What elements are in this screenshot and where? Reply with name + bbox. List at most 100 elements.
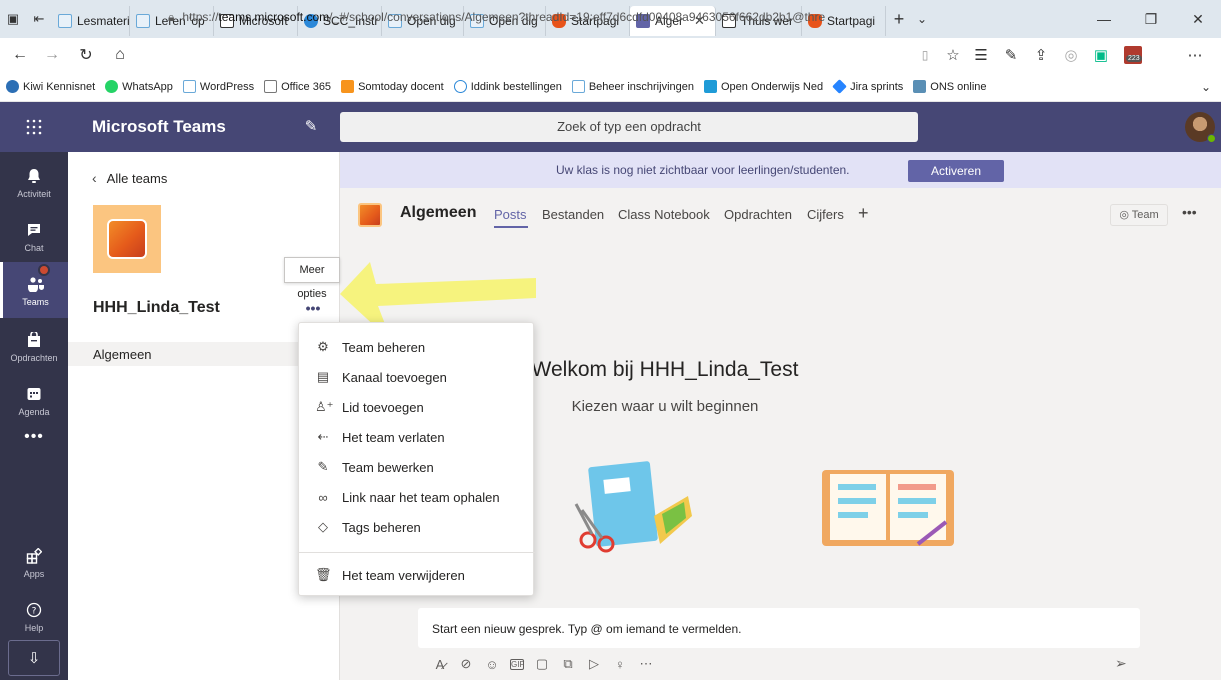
- menu-item-label: Link naar het team ophalen: [342, 489, 500, 505]
- tab-grades[interactable]: Cijfers: [807, 207, 844, 222]
- all-teams-link[interactable]: ‹ Alle teams: [92, 170, 167, 186]
- appbar-help[interactable]: ? Help: [0, 588, 68, 644]
- emoji-icon[interactable]: ☺: [484, 657, 500, 672]
- office365-icon: [264, 80, 278, 93]
- new-chat-icon[interactable]: ✎: [300, 116, 322, 138]
- add-tab-icon[interactable]: +: [858, 203, 869, 224]
- kiwi-icon: [6, 80, 19, 93]
- attach-icon[interactable]: ⊘: [458, 656, 474, 672]
- menu-item-leave-team[interactable]: ⇠ Het team verlaten: [299, 422, 535, 452]
- favorite-star-icon[interactable]: ☆: [938, 38, 968, 72]
- back-arrow-icon[interactable]: ←: [4, 38, 36, 72]
- settings-icon: ⚙: [317, 339, 329, 354]
- url-field[interactable]: 🔒︎ https://teams.microsoft.com/_#/school…: [168, 4, 906, 30]
- menu-item-add-member[interactable]: ♙⁺ Lid toevoegen: [299, 392, 535, 422]
- somtoday-icon: [341, 80, 355, 93]
- stream-icon[interactable]: ▷: [586, 656, 602, 672]
- share-icon[interactable]: ⇪: [1026, 38, 1056, 72]
- appbar-activity[interactable]: Activiteit: [0, 154, 68, 210]
- channel-team-icon: [358, 203, 382, 227]
- add-member-icon: ♙⁺: [315, 399, 334, 414]
- menu-item-label: Het team verlaten: [342, 429, 445, 445]
- app-launcher-icon[interactable]: [0, 102, 68, 152]
- profile-extension-icon[interactable]: 223: [1118, 38, 1148, 72]
- activate-button[interactable]: Activeren: [908, 160, 1004, 182]
- favorites-bar: Kiwi Kennisnet WhatsApp WordPress Office…: [0, 72, 1221, 102]
- tab-files[interactable]: Bestanden: [542, 207, 604, 222]
- favorites-list-icon[interactable]: ☰: [966, 38, 996, 72]
- menu-item-add-channel[interactable]: ▤ Kanaal toevoegen: [299, 362, 535, 392]
- menu-item-get-link[interactable]: ∞ Link naar het team ophalen: [299, 482, 535, 512]
- favorite-label: Office 365: [281, 80, 332, 93]
- extension-s-icon[interactable]: ▣: [1086, 38, 1116, 72]
- menu-item-label: Het team verwijderen: [342, 567, 465, 583]
- favorite-label: WordPress: [199, 80, 255, 93]
- search-input[interactable]: Zoek of typ een opdracht: [340, 112, 918, 142]
- ons-icon: [913, 80, 927, 93]
- active-tab-indicator: [494, 226, 528, 228]
- menu-item-manage-team[interactable]: ⚙ Team beheren: [299, 332, 535, 362]
- teams-header: Microsoft Teams ✎ Zoek of typ een opdrac…: [0, 102, 1221, 152]
- praise-icon[interactable]: ♀: [612, 657, 628, 672]
- more-apps-icon[interactable]: •••: [0, 428, 68, 446]
- appbar-label: Chat: [24, 242, 44, 253]
- reading-view-icon[interactable]: ▯: [910, 38, 940, 72]
- send-icon[interactable]: ➢: [1115, 655, 1127, 672]
- more-compose-icon[interactable]: ⋯: [638, 656, 654, 672]
- team-button[interactable]: ◎ Team: [1110, 204, 1168, 226]
- restore-icon[interactable]: ❐: [1128, 0, 1174, 38]
- favorite-link[interactable]: Kiwi Kennisnet: [6, 80, 95, 93]
- set-aside-tabs-icon[interactable]: ⇤: [26, 0, 52, 38]
- tab-favicon-icon: [58, 14, 72, 28]
- favorite-link[interactable]: Beheer inschrijvingen: [571, 80, 694, 93]
- download-app-icon[interactable]: ⇩: [8, 640, 60, 676]
- app-bar: Activiteit Chat Teams Opdrachten Agenda …: [0, 152, 68, 680]
- forward-arrow-icon[interactable]: →: [36, 38, 68, 72]
- favorite-link[interactable]: Office 365: [264, 80, 331, 93]
- refresh-icon[interactable]: ↻: [70, 38, 102, 72]
- appbar-apps[interactable]: Apps: [0, 534, 68, 590]
- new-conversation-box[interactable]: Start een nieuw gesprek. Typ @ om iemand…: [418, 608, 1140, 648]
- favorite-link[interactable]: Iddink bestellingen: [453, 80, 562, 93]
- appbar-assignments[interactable]: Opdrachten: [0, 318, 68, 374]
- favorite-label: Jira sprints: [850, 80, 904, 93]
- appbar-chat[interactable]: Chat: [0, 208, 68, 264]
- more-browser-menu-icon[interactable]: ⋯: [1180, 38, 1210, 72]
- gif-icon[interactable]: GIF: [510, 658, 524, 670]
- meet-now-icon[interactable]: ⧉: [560, 656, 576, 672]
- channel-more-icon[interactable]: •••: [1182, 204, 1197, 220]
- appbar-calendar[interactable]: Agenda: [0, 372, 68, 428]
- iddink-icon: [453, 80, 467, 93]
- tab-assignments[interactable]: Opdrachten: [724, 207, 792, 222]
- sticker-icon[interactable]: ▢: [534, 656, 550, 672]
- extension-icon[interactable]: ◎: [1056, 38, 1086, 72]
- favorites-overflow-chevron-icon[interactable]: ⌄: [1201, 80, 1211, 94]
- minimize-icon[interactable]: —: [1081, 0, 1127, 38]
- whatsapp-icon: [105, 80, 119, 93]
- appbar-label: Activiteit: [17, 188, 51, 199]
- tab-actions-icon[interactable]: ▣: [0, 0, 26, 38]
- binder-illustration-icon[interactable]: [818, 464, 958, 554]
- eye-icon: ◎: [1119, 209, 1132, 221]
- favorite-link[interactable]: WhatsApp: [105, 80, 173, 93]
- menu-item-manage-tags[interactable]: ◇ Tags beheren: [299, 512, 535, 542]
- chat-icon: [24, 220, 44, 240]
- notes-pen-icon[interactable]: ✎: [996, 38, 1026, 72]
- format-icon[interactable]: A̷: [432, 657, 448, 672]
- close-window-icon[interactable]: ✕: [1175, 0, 1221, 38]
- calendar-icon: [24, 384, 44, 404]
- appbar-teams[interactable]: Teams: [0, 262, 68, 318]
- favorite-link[interactable]: Somtoday docent: [341, 80, 444, 93]
- favorite-link[interactable]: WordPress: [182, 80, 255, 93]
- home-icon[interactable]: ⌂: [104, 38, 136, 72]
- favorite-link[interactable]: Jira sprints: [832, 79, 904, 94]
- menu-item-delete-team[interactable]: 🗑︎ Het team verwijderen: [299, 560, 535, 590]
- browser-tab[interactable]: Lesmateri: [52, 6, 130, 36]
- tab-class-notebook[interactable]: Class Notebook: [618, 207, 710, 222]
- notebook-illustration-icon[interactable]: [568, 456, 698, 556]
- tab-posts[interactable]: Posts: [494, 207, 527, 222]
- favorite-link[interactable]: Open Onderwijs Ned: [703, 80, 823, 93]
- favorite-link[interactable]: ONS online: [913, 80, 987, 93]
- menu-item-edit-team[interactable]: ✎ Team bewerken: [299, 452, 535, 482]
- tab-list-chevron-icon[interactable]: ⌄: [912, 12, 932, 26]
